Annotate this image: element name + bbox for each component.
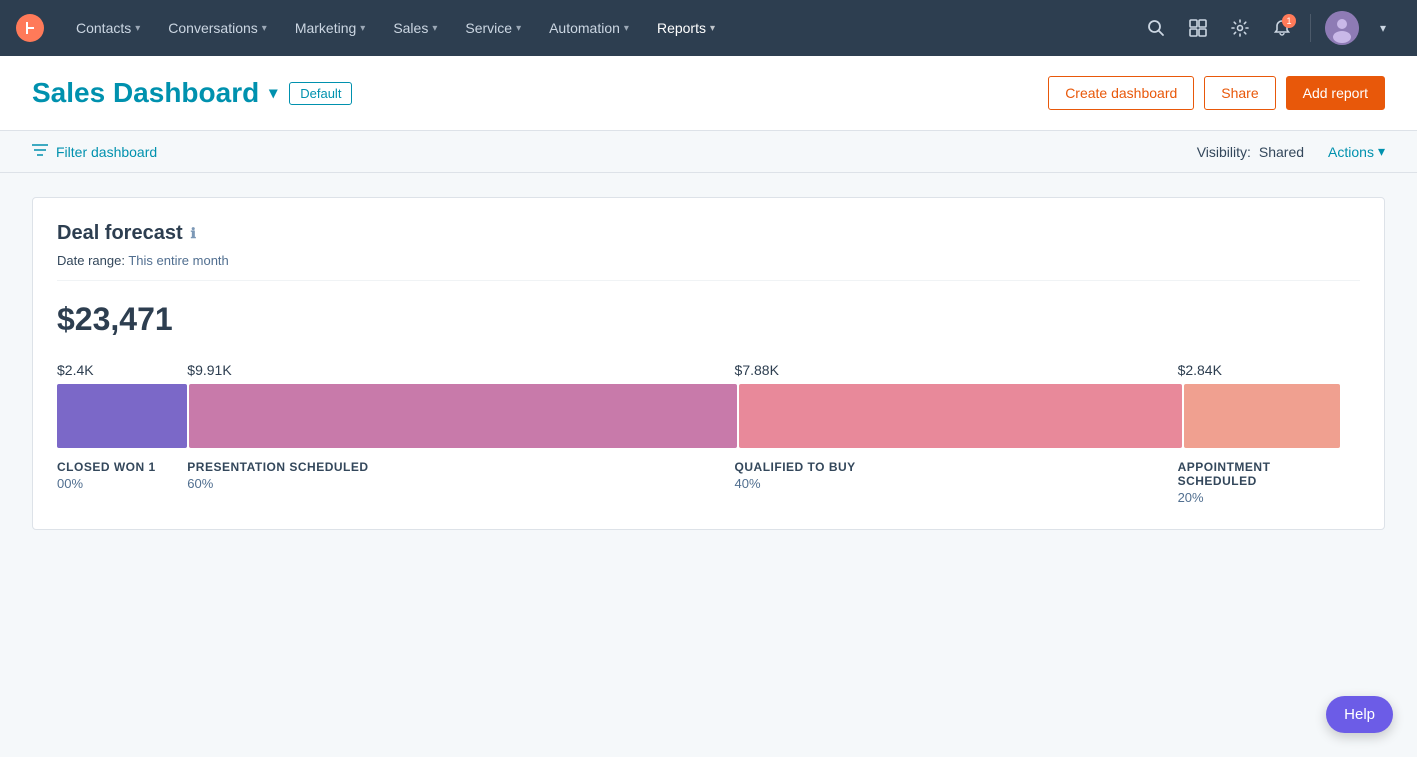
card-title: Deal forecast ℹ	[57, 222, 1360, 245]
search-button[interactable]	[1138, 10, 1174, 46]
nav-conversations[interactable]: Conversations ▾	[156, 12, 279, 44]
header-actions: Create dashboard Share Add report	[1048, 76, 1385, 110]
nav-contacts[interactable]: Contacts ▾	[64, 12, 152, 44]
nav-divider	[1310, 14, 1311, 42]
marketplace-button[interactable]	[1180, 10, 1216, 46]
bar-segment-0[interactable]	[57, 384, 187, 448]
bar-legends-row: CLOSED WON 100%PRESENTATION SCHEDULED60%…	[57, 460, 1360, 505]
chevron-down-icon: ▾	[432, 23, 437, 34]
actions-button[interactable]: Actions ▾	[1328, 143, 1385, 160]
user-avatar[interactable]	[1325, 11, 1359, 45]
bar-amount-1: $9.91K	[187, 362, 734, 384]
hubspot-logo[interactable]	[16, 14, 44, 42]
notification-badge: 1	[1282, 14, 1296, 28]
actions-chevron-icon: ▾	[1378, 143, 1385, 160]
bar-segment-3[interactable]	[1184, 384, 1340, 448]
visibility-section: Visibility: Shared Actions ▾	[1197, 143, 1385, 160]
filter-icon	[32, 143, 48, 160]
total-value: $23,471	[57, 301, 1360, 338]
bar-segment-2[interactable]	[739, 384, 1182, 448]
help-button[interactable]: Help	[1326, 696, 1393, 733]
bar-labels-row: $2.4K$9.91K$7.88K$2.84K	[57, 362, 1360, 384]
main-content: Deal forecast ℹ Date range: This entire …	[0, 173, 1417, 554]
bar-legend-2: QUALIFIED TO BUY40%	[735, 460, 1178, 505]
chevron-down-icon: ▾	[516, 23, 521, 34]
bar-amount-3: $2.84K	[1178, 362, 1334, 384]
create-dashboard-button[interactable]: Create dashboard	[1048, 76, 1194, 110]
filter-dashboard-button[interactable]: Filter dashboard	[32, 143, 157, 160]
bar-chart: $2.4K$9.91K$7.88K$2.84K CLOSED WON 100%P…	[57, 362, 1360, 505]
info-icon[interactable]: ℹ	[191, 225, 196, 242]
chevron-down-icon: ▾	[710, 23, 715, 34]
chevron-down-icon: ▾	[135, 23, 140, 34]
bar-legend-0: CLOSED WON 100%	[57, 460, 187, 505]
deal-forecast-card: Deal forecast ℹ Date range: This entire …	[32, 197, 1385, 530]
bar-legend-1: PRESENTATION SCHEDULED60%	[187, 460, 734, 505]
page-header: Sales Dashboard ▾ Default Create dashboa…	[0, 56, 1417, 131]
filter-bar: Filter dashboard Visibility: Shared Acti…	[0, 131, 1417, 173]
default-badge: Default	[289, 82, 352, 105]
nav-icon-group: 1 ▾	[1138, 10, 1401, 46]
chevron-down-icon: ▾	[624, 23, 629, 34]
nav-reports[interactable]: Reports ▾	[645, 12, 727, 44]
bar-legend-3: APPOINTMENT SCHEDULED20%	[1178, 460, 1334, 505]
nav-automation[interactable]: Automation ▾	[537, 12, 641, 44]
bar-amount-0: $2.4K	[57, 362, 187, 384]
nav-service[interactable]: Service ▾	[453, 12, 533, 44]
nav-marketing[interactable]: Marketing ▾	[283, 12, 378, 44]
top-navigation: Contacts ▾ Conversations ▾ Marketing ▾ S…	[0, 0, 1417, 56]
settings-button[interactable]	[1222, 10, 1258, 46]
title-chevron-icon[interactable]: ▾	[269, 83, 277, 103]
bar-segment-1[interactable]	[189, 384, 736, 448]
notifications-button[interactable]: 1	[1264, 10, 1300, 46]
chevron-down-icon: ▾	[360, 23, 365, 34]
bars-row	[57, 384, 1360, 448]
nav-sales[interactable]: Sales ▾	[381, 12, 449, 44]
add-report-button[interactable]: Add report	[1286, 76, 1385, 110]
date-range: Date range: This entire month	[57, 253, 1360, 281]
share-button[interactable]: Share	[1204, 76, 1275, 110]
page-title: Sales Dashboard ▾	[32, 77, 277, 109]
chevron-down-icon: ▾	[262, 23, 267, 34]
bar-amount-2: $7.88K	[735, 362, 1178, 384]
account-chevron[interactable]: ▾	[1365, 10, 1401, 46]
